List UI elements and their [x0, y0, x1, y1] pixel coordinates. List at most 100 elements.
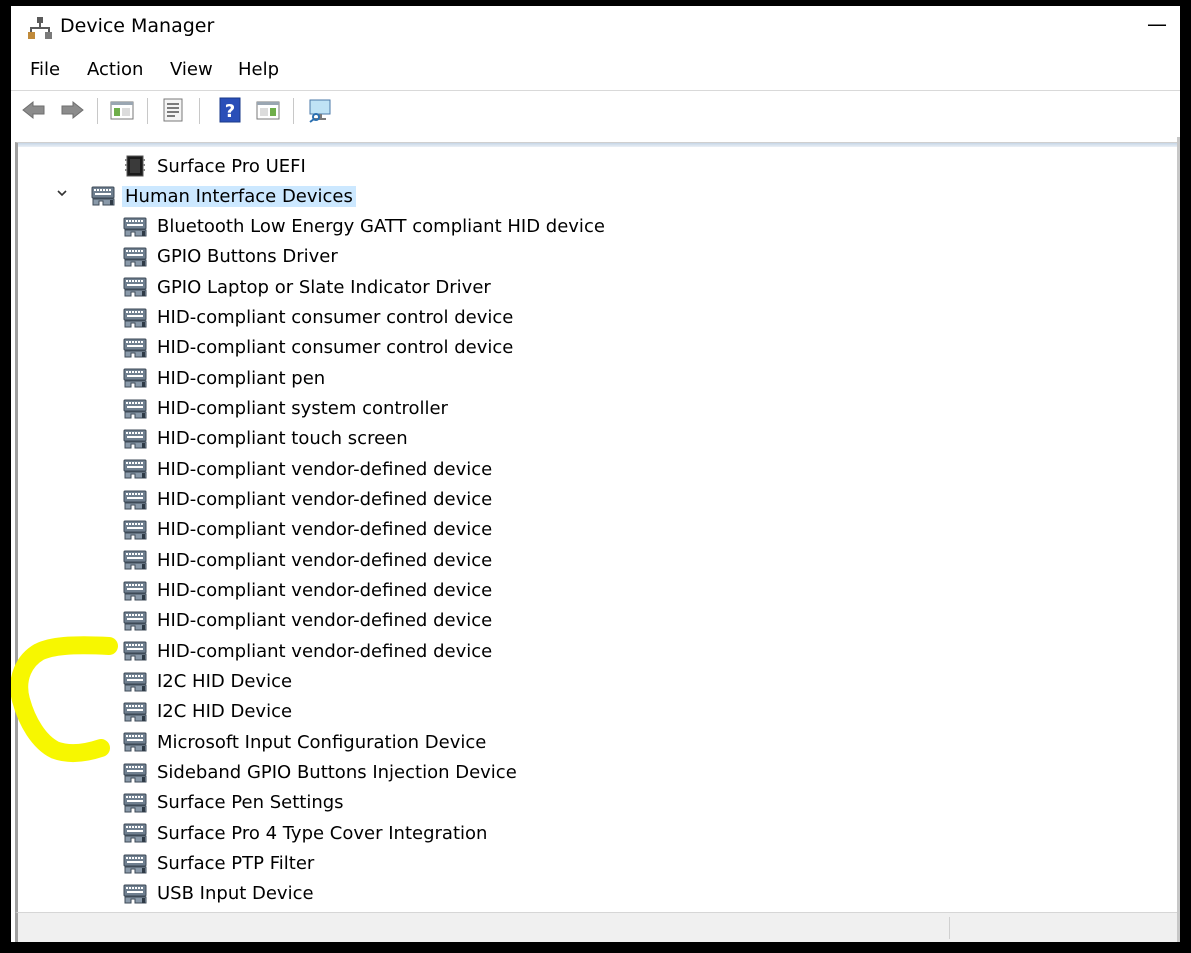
- window-title: Device Manager: [60, 15, 215, 37]
- tree-item-device[interactable]: USB Input Device: [122, 880, 314, 908]
- tree-item-label: Surface Pen Settings: [157, 792, 344, 814]
- title-bar: Device Manager —: [11, 6, 1180, 48]
- forward-arrow-icon[interactable]: [59, 97, 85, 123]
- tree-item-device[interactable]: Surface Pro 4 Type Cover Integration: [122, 819, 487, 847]
- tree-item-label: Surface Pro 4 Type Cover Integration: [157, 822, 488, 844]
- hid-device-icon: [123, 823, 147, 843]
- tree-item-device[interactable]: HID-compliant vendor-defined device: [122, 577, 492, 605]
- show-hide-console-tree-icon[interactable]: [109, 97, 135, 123]
- tree-item-label: Surface PTP Filter: [157, 853, 315, 875]
- hid-device-icon: [123, 459, 147, 479]
- tree-item-device[interactable]: Bluetooth Low Energy GATT compliant HID …: [122, 213, 605, 241]
- hid-device-icon: [123, 550, 147, 570]
- tree-item-label: GPIO Laptop or Slate Indicator Driver: [157, 276, 491, 298]
- tree-item-device[interactable]: Surface Pen Settings: [122, 789, 344, 817]
- tree-item-label: HID-compliant vendor-defined device: [157, 458, 493, 480]
- tree-item-device[interactable]: HID-compliant pen: [122, 364, 325, 392]
- tree-item-label: HID-compliant system controller: [157, 398, 448, 420]
- hid-device-icon: [123, 732, 147, 752]
- tree-item-label: Human Interface Devices: [122, 185, 356, 207]
- toolbar-separator: [147, 98, 148, 124]
- tree-item-label: Surface Pro UEFI: [157, 155, 306, 177]
- tree-item-label: Bluetooth Low Energy GATT compliant HID …: [157, 216, 605, 238]
- tree-item-device[interactable]: HID-compliant vendor-defined device: [122, 546, 492, 574]
- status-bar: [15, 912, 1180, 942]
- tree-item-label: I2C HID Device: [157, 701, 293, 723]
- svg-text:?: ?: [225, 101, 235, 122]
- tree-item-label: I2C HID Device: [157, 671, 293, 693]
- tree-item-label: HID-compliant touch screen: [157, 428, 408, 450]
- tree-item-device[interactable]: Microsoft Input Configuration Device: [122, 728, 486, 756]
- toolbar-separator: [199, 98, 200, 124]
- tree-item-device[interactable]: GPIO Laptop or Slate Indicator Driver: [122, 273, 491, 301]
- action-pane-icon[interactable]: [255, 97, 281, 123]
- tree-item-device[interactable]: HID-compliant consumer control device: [122, 334, 513, 362]
- tree-item-device[interactable]: HID-compliant vendor-defined device: [122, 516, 492, 544]
- hid-device-icon: [123, 338, 147, 358]
- hid-device-icon: [123, 399, 147, 419]
- tree-item-device[interactable]: HID-compliant vendor-defined device: [122, 486, 492, 514]
- tree-category-human-interface-devices[interactable]: Human Interface Devices: [90, 182, 356, 210]
- tree-item-device[interactable]: HID-compliant touch screen: [122, 425, 408, 453]
- tree-item-device[interactable]: HID-compliant system controller: [122, 395, 448, 423]
- menu-help[interactable]: Help: [238, 59, 279, 80]
- chevron-down-icon[interactable]: [55, 186, 69, 200]
- hid-device-icon: [123, 368, 147, 388]
- status-separator: [949, 917, 950, 939]
- toolbar-separator: [97, 98, 98, 124]
- tree-item-device[interactable]: Surface PTP Filter: [122, 850, 314, 878]
- hid-device-icon: [123, 702, 147, 722]
- tree-item-label: Microsoft Input Configuration Device: [157, 731, 487, 753]
- window-right-border: [1177, 137, 1180, 942]
- minimize-button[interactable]: —: [1134, 6, 1180, 46]
- help-icon[interactable]: ?: [218, 97, 244, 123]
- scroll-indicator: [18, 143, 1180, 147]
- scan-hardware-changes-icon[interactable]: [307, 97, 333, 123]
- hid-device-icon: [123, 581, 147, 601]
- toolbar: ?: [11, 92, 1180, 128]
- hid-device-icon: [123, 793, 147, 813]
- tree-item-device[interactable]: HID-compliant vendor-defined device: [122, 637, 492, 665]
- device-manager-app-icon: [28, 17, 52, 39]
- tree-item-label: HID-compliant vendor-defined device: [157, 549, 493, 571]
- tree-item-label: HID-compliant vendor-defined device: [157, 580, 493, 602]
- properties-icon[interactable]: [160, 97, 186, 123]
- tree-item-label: HID-compliant vendor-defined device: [157, 519, 493, 541]
- tree-item-device[interactable]: GPIO Buttons Driver: [122, 243, 338, 271]
- menu-view[interactable]: View: [170, 59, 213, 80]
- back-arrow-icon[interactable]: [21, 97, 47, 123]
- hid-device-icon: [123, 429, 147, 449]
- tree-item-label: GPIO Buttons Driver: [157, 246, 338, 268]
- hid-device-icon: [91, 186, 115, 206]
- hid-device-icon: [123, 672, 147, 692]
- menu-action[interactable]: Action: [87, 59, 143, 80]
- tree-item-device[interactable]: HID-compliant consumer control device: [122, 304, 513, 332]
- hid-device-icon: [123, 247, 147, 267]
- hid-device-icon: [123, 884, 147, 904]
- tree-item-label: HID-compliant vendor-defined device: [157, 640, 493, 662]
- hid-device-icon: [123, 490, 147, 510]
- tree-item-device[interactable]: Sideband GPIO Buttons Injection Device: [122, 759, 517, 787]
- toolbar-separator: [293, 98, 294, 124]
- tree-item-label: HID-compliant consumer control device: [157, 307, 514, 329]
- tree-item-device[interactable]: HID-compliant vendor-defined device: [122, 607, 492, 635]
- tree-item-label: HID-compliant vendor-defined device: [157, 489, 493, 511]
- menu-bar: File Action View Help: [11, 58, 1180, 86]
- tree-item-device[interactable]: I2C HID Device: [122, 668, 292, 696]
- tree-item-label: Sideband GPIO Buttons Injection Device: [157, 762, 517, 784]
- tree-item-device[interactable]: I2C HID Device: [122, 698, 292, 726]
- firmware-chip-icon: [125, 155, 145, 177]
- hid-device-icon: [123, 277, 147, 297]
- tree-item-label: HID-compliant pen: [157, 367, 326, 389]
- tree-item-surface-pro-uefi[interactable]: Surface Pro UEFI: [122, 152, 306, 180]
- hid-device-icon: [123, 520, 147, 540]
- device-manager-window: Device Manager — File Action View Help ?…: [11, 6, 1180, 942]
- hid-device-icon: [123, 854, 147, 874]
- hid-device-icon: [123, 308, 147, 328]
- hid-device-icon: [123, 611, 147, 631]
- hid-device-icon: [123, 763, 147, 783]
- menu-separator: [11, 90, 1180, 91]
- menu-file[interactable]: File: [30, 59, 60, 80]
- tree-item-device[interactable]: HID-compliant vendor-defined device: [122, 455, 492, 483]
- tree-item-label: HID-compliant consumer control device: [157, 337, 514, 359]
